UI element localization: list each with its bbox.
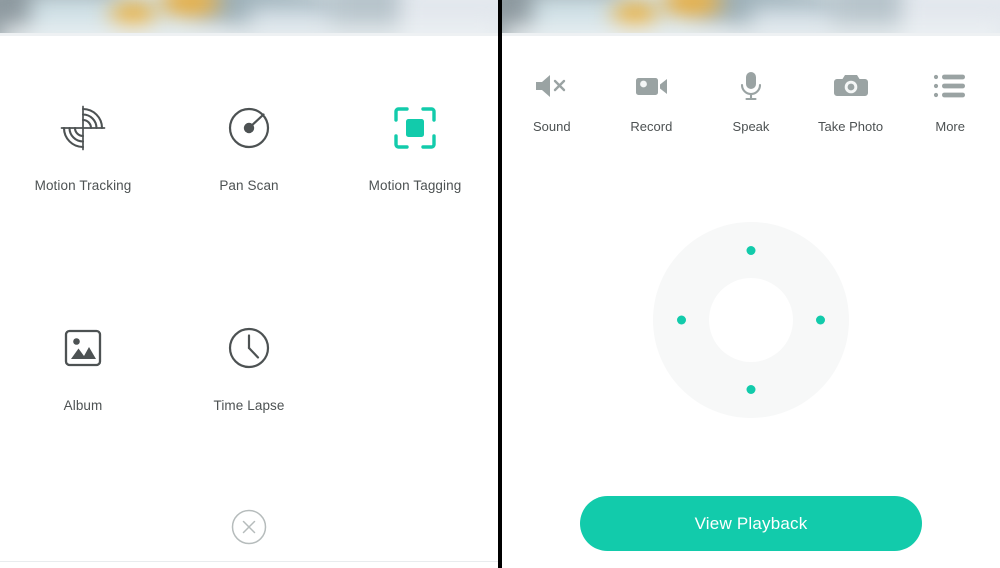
toolbar-item-more[interactable]: More	[900, 66, 1000, 134]
blurred-video-preview-left[interactable]	[0, 0, 498, 36]
dpad-center[interactable]	[709, 278, 793, 362]
left-panel-feature-menu: Motion Tracking Pan Scan Motion Tagging …	[0, 0, 498, 568]
toolbar-item-record[interactable]: Record	[602, 66, 702, 134]
video-strip-edge	[502, 33, 1000, 36]
right-panel-live-controls: Sound Record Speak Take Photo More View …	[502, 0, 1000, 568]
feature-motion-tracking[interactable]: Motion Tracking	[0, 100, 166, 193]
feature-motion-tagging[interactable]: Motion Tagging	[332, 100, 498, 193]
close-circle-icon	[231, 509, 267, 545]
toolbar-label: More	[935, 119, 965, 134]
dpad-down-button[interactable]	[746, 385, 756, 394]
blurred-video-preview-right[interactable]	[502, 0, 1000, 36]
motion-tracking-icon	[58, 100, 108, 156]
toolbar-item-sound[interactable]: Sound	[502, 66, 602, 134]
dpad-right-button[interactable]	[816, 315, 825, 325]
video-strip-edge	[0, 33, 498, 36]
dpad-up-button[interactable]	[746, 246, 756, 255]
feature-row-1: Motion Tracking Pan Scan Motion Tagging	[0, 100, 498, 193]
feature-label: Motion Tracking	[34, 178, 132, 193]
album-icon	[60, 320, 106, 376]
dpad-left-button[interactable]	[677, 315, 686, 325]
live-toolbar: Sound Record Speak Take Photo More	[502, 66, 1000, 134]
feature-label: Album	[63, 398, 103, 413]
direction-pad[interactable]	[653, 222, 849, 418]
toolbar-label: Sound	[533, 119, 571, 134]
feature-album[interactable]: Album	[0, 320, 166, 413]
toolbar-label: Take Photo	[818, 119, 884, 134]
feature-label: Motion Tagging	[368, 178, 462, 193]
view-playback-button[interactable]: View Playback	[580, 496, 922, 551]
close-button[interactable]	[230, 508, 268, 551]
feature-label: Pan Scan	[219, 178, 279, 193]
pan-scan-icon	[224, 100, 274, 156]
feature-empty-slot	[332, 320, 498, 413]
close-menu-wrap	[0, 508, 498, 551]
microphone-icon	[731, 66, 771, 106]
feature-label: Time Lapse	[213, 398, 285, 413]
toolbar-label: Speak	[732, 119, 770, 134]
motion-tagging-icon	[392, 100, 438, 156]
time-lapse-icon	[225, 320, 273, 376]
list-more-icon	[933, 66, 967, 106]
feature-time-lapse[interactable]: Time Lapse	[166, 320, 332, 413]
sound-muted-icon	[532, 66, 572, 106]
bottom-divider-line	[0, 561, 498, 562]
feature-pan-scan[interactable]: Pan Scan	[166, 100, 332, 193]
toolbar-item-take-photo[interactable]: Take Photo	[801, 66, 901, 134]
camera-icon	[831, 66, 871, 106]
dual-screenshot-container: Motion Tracking Pan Scan Motion Tagging …	[0, 0, 1000, 568]
feature-row-2: Album Time Lapse	[0, 320, 498, 413]
toolbar-item-speak[interactable]: Speak	[701, 66, 801, 134]
toolbar-label: Record	[630, 119, 673, 134]
record-video-icon	[631, 66, 671, 106]
